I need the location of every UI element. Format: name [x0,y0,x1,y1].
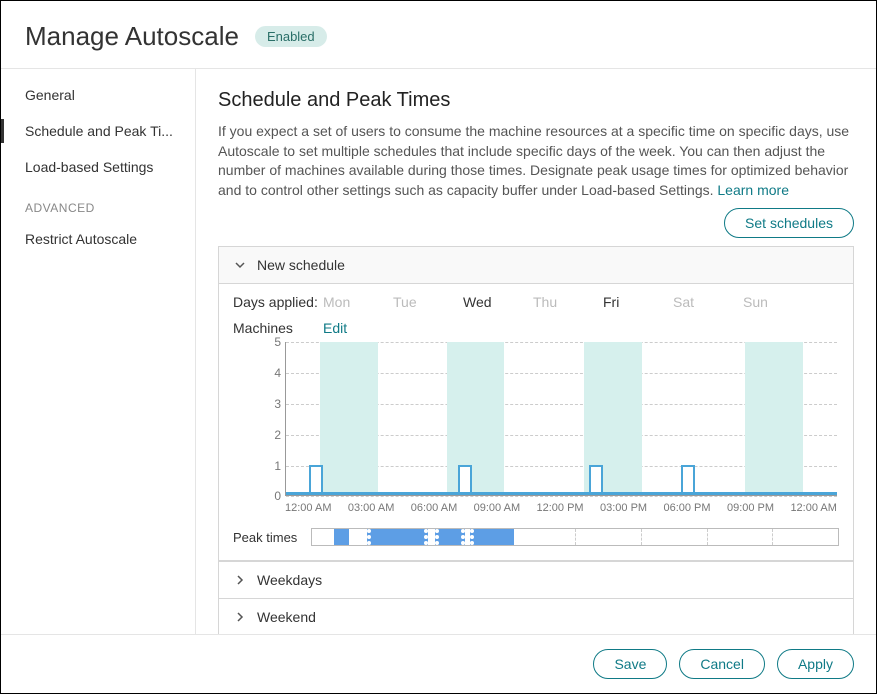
chart-baseline [286,492,837,495]
peak-times-label: Peak times [233,530,307,545]
sidebar-section-advanced: ADVANCED [1,185,195,221]
dialog-title: Manage Autoscale [25,21,239,52]
chart-shade [447,342,504,495]
apply-button[interactable]: Apply [777,649,854,679]
peak-times-bar[interactable] [311,528,839,546]
x-tick: 09:00 AM [474,502,520,514]
chevron-right-icon [233,610,247,624]
y-tick: 0 [233,489,281,503]
page-description: If you expect a set of users to consume … [218,122,854,200]
machines-chart: 12:00 AM 03:00 AM 06:00 AM 09:00 AM 12:00 PM… [233,342,839,512]
chart-bar [309,465,323,496]
edit-machines-link[interactable]: Edit [323,320,347,336]
peak-segment[interactable] [367,529,428,545]
chevron-right-icon [233,573,247,587]
sidebar-item-general[interactable]: General [1,77,195,113]
accordion-title: Weekdays [257,572,322,588]
machines-row: Machines Edit [233,320,839,336]
x-tick: 09:00 PM [727,502,774,514]
y-tick: 4 [233,366,281,380]
chevron-down-icon [233,258,247,272]
x-tick: 12:00 AM [285,502,331,514]
y-tick: 3 [233,397,281,411]
accordion-header-weekdays[interactable]: Weekdays [219,561,853,598]
dialog-footer: Save Cancel Apply [1,634,876,693]
x-tick: 12:00 PM [537,502,584,514]
peak-segment[interactable] [435,529,466,545]
day-mon: Mon [323,294,393,310]
autoscale-dialog: Manage Autoscale Enabled General Schedul… [0,0,877,694]
page-title: Schedule and Peak Times [218,89,854,112]
day-wed: Wed [463,294,533,310]
day-sat: Sat [673,294,743,310]
x-tick: 03:00 AM [348,502,394,514]
accordion-body-new: Days applied: Mon Tue Wed Thu Fri Sat Su… [219,284,853,561]
machines-label: Machines [233,320,323,336]
accordion-header-weekend[interactable]: Weekend [219,598,853,634]
x-tick: 12:00 AM [790,502,836,514]
content-area: Schedule and Peak Times If you expect a … [196,69,876,634]
x-tick: 06:00 PM [663,502,710,514]
peak-segment[interactable] [334,529,349,545]
peak-times-row: Peak times [233,528,839,546]
learn-more-link[interactable]: Learn more [717,182,789,198]
sidebar: General Schedule and Peak Ti... Load-bas… [1,69,196,634]
sidebar-item-restrict[interactable]: Restrict Autoscale [1,221,195,257]
accordion-title: New schedule [257,257,345,273]
day-tue: Tue [393,294,463,310]
sidebar-item-load[interactable]: Load-based Settings [1,149,195,185]
chart-bar [458,465,472,496]
accordion-title: Weekend [257,609,316,625]
day-thu: Thu [533,294,603,310]
set-schedules-button[interactable]: Set schedules [724,208,854,238]
schedules-accordion: New schedule Days applied: Mon Tue Wed T… [218,246,854,634]
dialog-header: Manage Autoscale Enabled [1,1,876,69]
chart-bar [589,465,603,496]
chart-shade [320,342,377,495]
days-applied-row: Days applied: Mon Tue Wed Thu Fri Sat Su… [233,294,839,310]
x-tick: 03:00 PM [600,502,647,514]
sidebar-item-schedule[interactable]: Schedule and Peak Ti... [1,113,195,149]
cancel-button[interactable]: Cancel [679,649,765,679]
chart-bar [681,465,695,496]
peak-segment[interactable] [470,529,514,545]
y-tick: 1 [233,459,281,473]
y-tick: 5 [233,335,281,349]
x-axis-ticks: 12:00 AM 03:00 AM 06:00 AM 09:00 AM 12:00 PM… [285,502,837,514]
save-button[interactable]: Save [593,649,667,679]
chart-plot [285,342,837,496]
chart-shade [745,342,802,495]
status-badge: Enabled [255,26,327,47]
days-applied-label: Days applied: [233,294,323,310]
day-sun: Sun [743,294,813,310]
x-tick: 06:00 AM [411,502,457,514]
y-tick: 2 [233,428,281,442]
accordion-header-new[interactable]: New schedule [219,247,853,284]
day-fri: Fri [603,294,673,310]
